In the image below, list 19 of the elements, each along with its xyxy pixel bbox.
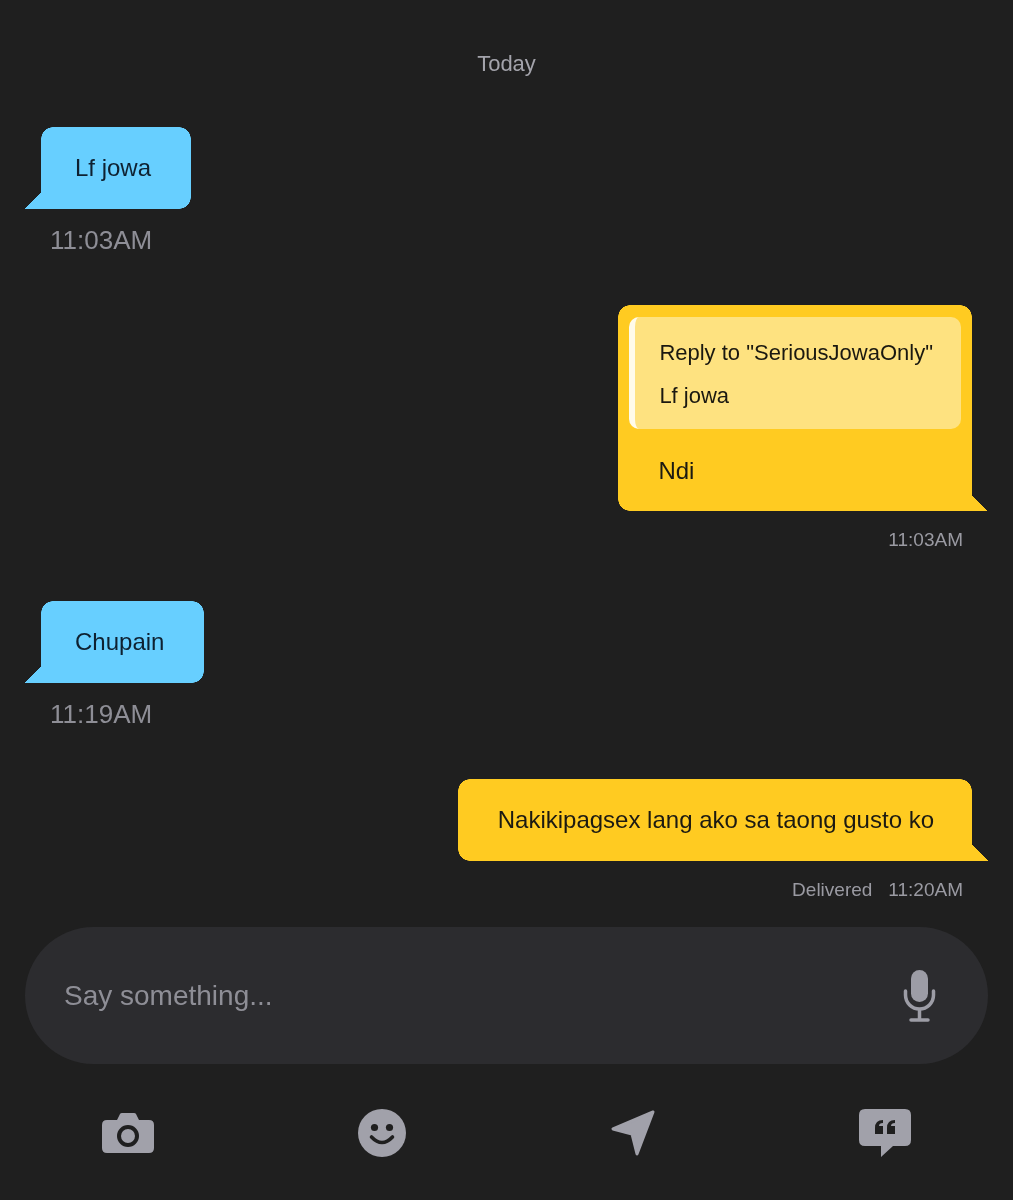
camera-icon[interactable] (102, 1113, 155, 1153)
reply-quote[interactable]: Reply to "SeriousJowaOnly" Lf jowa (629, 317, 961, 429)
smiley-face-icon[interactable] (358, 1109, 407, 1157)
microphone-icon[interactable] (903, 970, 936, 1022)
message-input-field[interactable]: Say something... (25, 927, 988, 1064)
message-time: 11:19AM (50, 699, 153, 729)
message-text: Ndi (658, 456, 695, 486)
delivery-status: Delivered (792, 878, 873, 902)
location-arrow-icon[interactable] (610, 1110, 655, 1156)
message-text: Chupain (75, 627, 165, 657)
reply-title: Reply to "SeriousJowaOnly" (659, 339, 933, 367)
quoted-text: Lf jowa (659, 382, 730, 410)
message-time: 11:03AM (888, 528, 963, 552)
message-time: 11:20AM (888, 878, 963, 902)
message-text: Lf jowa (75, 153, 152, 183)
quote-bubble-icon[interactable] (858, 1109, 911, 1157)
date-divider: Today (477, 50, 536, 78)
message-text: Nakikipagsex lang ako sa taong gusto ko (497, 805, 934, 835)
message-time: 11:03AM (50, 225, 153, 255)
